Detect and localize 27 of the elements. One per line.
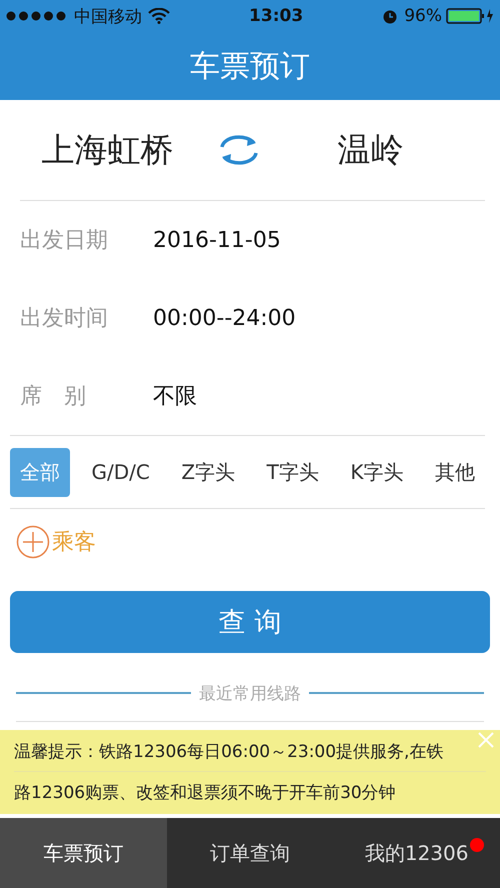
field-value[interactable]: 不限 [153,381,197,411]
add-icon[interactable] [16,525,50,559]
train-type-tab[interactable]: 其他 [424,448,485,496]
notice-text: 路12306购票、改签和退票须不晚于开车前30分钟 [14,782,397,804]
field-value[interactable]: 2016-11-05 [153,228,281,252]
train-type-tab[interactable]: Z字头 [171,448,246,496]
section-title: 最近常用线路 [199,682,301,704]
train-type-tab[interactable]: K字头 [340,448,414,496]
battery-icon [446,7,494,25]
arrival-station[interactable]: 温岭 [283,128,458,172]
clock-time: 13:03 [249,6,304,26]
battery-percent: 96% [404,6,442,26]
field-value[interactable]: 00:00--24:00 [153,306,296,330]
field-label: 出发时间 [20,305,109,333]
carrier-name: 中国移动 [74,6,142,28]
wifi-icon [148,8,170,24]
notice-text: 温馨提示：铁路12306每日06:00～23:00提供服务,在铁 [14,732,486,772]
train-type-tab[interactable]: T字头 [256,448,329,496]
train-type-tab[interactable]: G/D/C [82,449,160,495]
field-label: 出发日期 [20,227,109,255]
signal-icon [6,11,68,21]
alarm-icon [382,8,398,24]
departure-station[interactable]: 上海虹桥 [20,128,195,172]
page-title: 车票预订 [190,48,310,86]
tab-bar-item[interactable]: 车票预订 [0,818,167,888]
field-label: 席 别 [20,383,87,411]
query-button[interactable]: 查 询 [10,591,490,653]
